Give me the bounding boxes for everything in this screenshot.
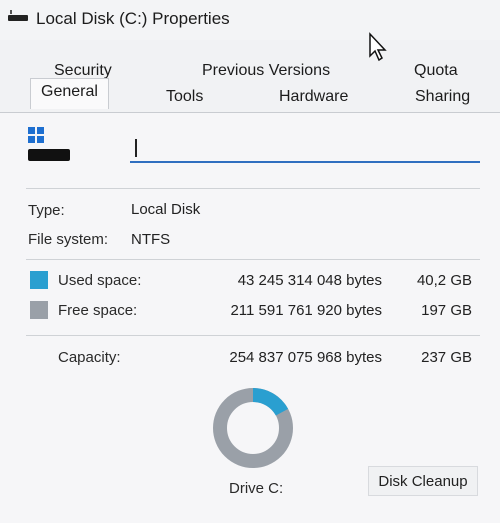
drive-name-input[interactable] xyxy=(130,133,480,163)
capacity-label: Capacity: xyxy=(58,349,121,366)
properties-dialog: Local Disk (C:) Properties Security Prev… xyxy=(0,0,500,523)
used-space-swatch xyxy=(30,271,48,289)
capacity-size: 237 GB xyxy=(421,349,472,366)
window-title: Local Disk (C:) Properties xyxy=(36,9,230,28)
capacity-bytes: 254 837 075 968 bytes xyxy=(229,349,382,366)
tab-tools[interactable]: Tools xyxy=(162,86,207,108)
file-system-label: File system: xyxy=(28,231,109,248)
disk-cleanup-button[interactable]: Disk Cleanup xyxy=(368,466,478,496)
windows-logo-icon xyxy=(28,127,44,143)
type-value: Local Disk xyxy=(131,201,201,218)
tab-quota[interactable]: Quota xyxy=(410,60,462,82)
tab-strip: Security Previous Versions Quota General… xyxy=(0,50,500,112)
used-space-size: 40,2 GB xyxy=(416,272,472,289)
separator xyxy=(26,188,480,189)
general-panel: Type: Local Disk File system: NTFS Used … xyxy=(0,113,500,523)
drive-body-icon xyxy=(28,149,70,161)
type-label: Type: xyxy=(28,202,65,219)
tab-hardware[interactable]: Hardware xyxy=(275,86,352,108)
title-bar[interactable]: Local Disk (C:) Properties xyxy=(0,0,500,40)
used-space-bytes: 43 245 314 048 bytes xyxy=(237,272,382,289)
free-space-bytes: 211 591 761 920 bytes xyxy=(230,302,382,319)
tab-previous-versions[interactable]: Previous Versions xyxy=(198,60,334,82)
separator xyxy=(26,259,480,260)
tab-general[interactable]: General xyxy=(30,78,109,109)
usage-donut-chart xyxy=(213,388,293,468)
separator xyxy=(26,335,480,336)
free-space-swatch xyxy=(30,301,48,319)
drive-letter-label: Drive C: xyxy=(229,480,284,497)
free-space-label: Free space: xyxy=(58,302,138,319)
system-drive-icon xyxy=(28,127,72,163)
free-space-size: 197 GB xyxy=(421,302,472,319)
tab-sharing[interactable]: Sharing xyxy=(411,86,474,108)
drive-icon xyxy=(8,10,28,21)
file-system-value: NTFS xyxy=(131,231,171,248)
text-caret xyxy=(135,139,137,157)
used-space-label: Used space: xyxy=(58,272,142,289)
